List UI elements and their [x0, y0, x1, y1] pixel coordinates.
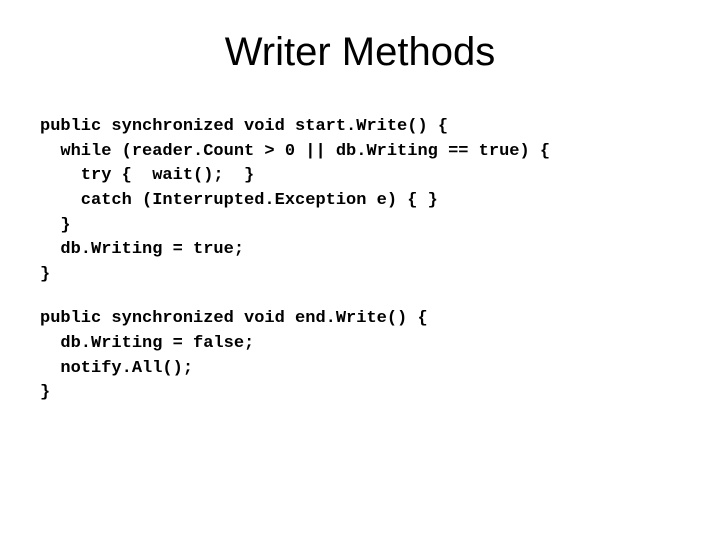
slide: Writer Methods public synchronized void … — [0, 0, 720, 540]
code-line: } — [40, 383, 50, 402]
code-block-endwrite: public synchronized void end.Write() { d… — [40, 307, 680, 406]
code-line: db.Writing = true; — [40, 240, 244, 259]
spacer — [40, 287, 680, 307]
code-line: notify.All(); — [40, 359, 193, 378]
code-line: public synchronized void start.Write() { — [40, 117, 448, 136]
code-line: public synchronized void end.Write() { — [40, 309, 428, 328]
code-line: } — [40, 265, 50, 284]
code-line: } — [40, 216, 71, 235]
code-line: try { wait(); } — [40, 166, 254, 185]
slide-title: Writer Methods — [40, 30, 680, 75]
code-line: catch (Interrupted.Exception e) { } — [40, 191, 438, 210]
code-line: db.Writing = false; — [40, 334, 254, 353]
code-block-startwrite: public synchronized void start.Write() {… — [40, 115, 680, 287]
code-line: while (reader.Count > 0 || db.Writing ==… — [40, 142, 550, 161]
